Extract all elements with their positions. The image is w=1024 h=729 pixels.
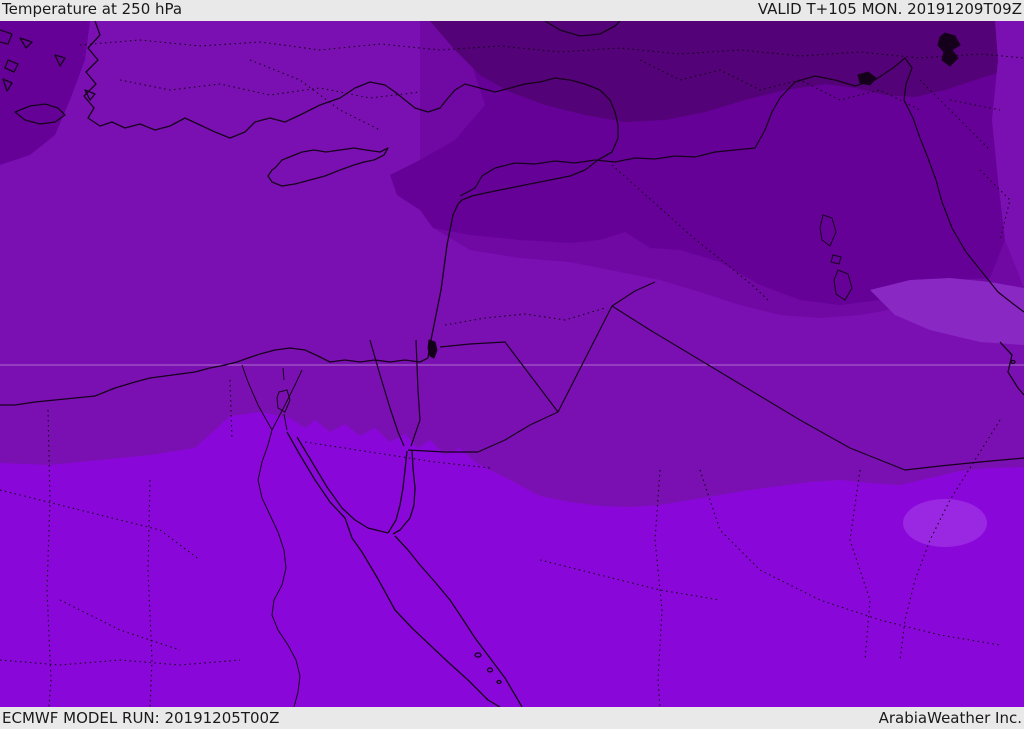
weather-map	[0, 21, 1024, 707]
temperature-field	[0, 21, 1024, 707]
weather-map-screen: Temperature at 250 hPa VALID T+105 MON. …	[0, 0, 1024, 729]
model-run-label: ECMWF MODEL RUN: 20191205T00Z	[2, 709, 280, 727]
band-warmest-patch	[903, 499, 987, 547]
credit-label: ArabiaWeather Inc.	[878, 709, 1022, 727]
header-bar: Temperature at 250 hPa VALID T+105 MON. …	[0, 0, 1024, 21]
valid-time-label: VALID T+105 MON. 20191209T09Z	[757, 0, 1022, 18]
footer-bar: ECMWF MODEL RUN: 20191205T00Z ArabiaWeat…	[0, 707, 1024, 729]
map-container	[0, 21, 1024, 707]
map-title: Temperature at 250 hPa	[2, 0, 183, 18]
